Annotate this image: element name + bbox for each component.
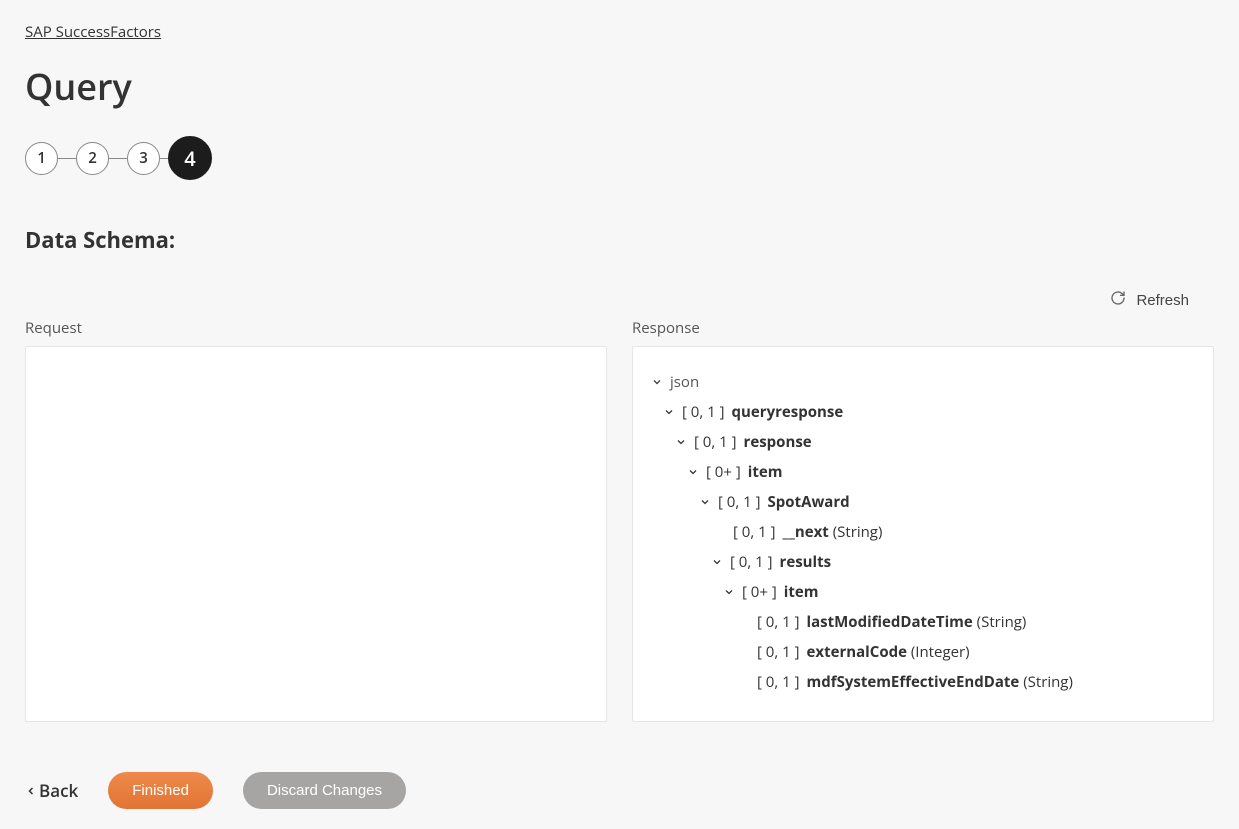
tree-node-queryresponse[interactable]: [ 0, 1 ] queryresponse	[663, 397, 1195, 427]
breadcrumb-link[interactable]: SAP SuccessFactors	[25, 22, 161, 42]
page-title: Query	[25, 62, 1214, 111]
refresh-label: Refresh	[1136, 292, 1189, 309]
cardinality: [ 0, 1 ]	[757, 612, 800, 632]
step-3[interactable]: 3	[127, 142, 160, 175]
response-label: Response	[632, 318, 1214, 338]
field-type: (Integer)	[907, 642, 970, 662]
field-name: response	[744, 432, 812, 452]
response-panel: json [ 0, 1 ] queryresponse [ 0, 1 ]	[632, 346, 1214, 722]
cardinality: [ 0, 1 ]	[730, 552, 773, 572]
chevron-down-icon[interactable]	[699, 496, 711, 508]
refresh-icon	[1110, 290, 1126, 310]
field-name: results	[780, 552, 832, 572]
tree-node-item-inner[interactable]: [ 0+ ] item	[723, 577, 1195, 607]
tree-node-mdfdate[interactable]: [ 0, 1 ] mdfSystemEffectiveEndDate (Stri…	[735, 667, 1195, 697]
step-4[interactable]: 4	[168, 136, 212, 180]
cardinality: [ 0, 1 ]	[733, 522, 776, 542]
field-type: (String)	[1019, 672, 1073, 692]
step-connector	[160, 158, 168, 159]
request-label: Request	[25, 318, 607, 338]
field-name: SpotAward	[768, 492, 850, 512]
tree-node-json[interactable]: json	[651, 367, 1195, 397]
field-name: item	[784, 582, 819, 602]
cardinality: [ 0+ ]	[742, 582, 777, 602]
chevron-down-icon[interactable]	[651, 376, 663, 388]
chevron-down-icon[interactable]	[687, 466, 699, 478]
field-name: queryresponse	[732, 402, 844, 422]
cardinality: [ 0, 1 ]	[718, 492, 761, 512]
finished-button[interactable]: Finished	[108, 772, 213, 809]
cardinality: [ 0, 1 ]	[682, 402, 725, 422]
section-heading: Data Schema:	[25, 225, 1214, 255]
tree-node-label: json	[670, 372, 699, 392]
cardinality: [ 0, 1 ]	[757, 672, 800, 692]
field-name: __next	[783, 522, 829, 542]
refresh-button[interactable]: Refresh	[1110, 290, 1189, 310]
chevron-down-icon[interactable]	[711, 556, 723, 568]
step-connector	[109, 158, 127, 159]
tree-node-lastmodified[interactable]: [ 0, 1 ] lastModifiedDateTime (String)	[735, 607, 1195, 637]
tree-node-externalcode[interactable]: [ 0, 1 ] externalCode (Integer)	[735, 637, 1195, 667]
tree-node-response[interactable]: [ 0, 1 ] response	[675, 427, 1195, 457]
tree-node-spotaward[interactable]: [ 0, 1 ] SpotAward	[699, 487, 1195, 517]
back-button[interactable]: Back	[25, 779, 78, 802]
field-name: externalCode	[807, 642, 907, 662]
footer-actions: Back Finished Discard Changes	[25, 772, 1214, 809]
field-type: (String)	[973, 612, 1027, 632]
tree-node-next[interactable]: [ 0, 1 ] __next (String)	[711, 517, 1195, 547]
chevron-down-icon[interactable]	[675, 436, 687, 448]
cardinality: [ 0, 1 ]	[757, 642, 800, 662]
field-name: mdfSystemEffectiveEndDate	[807, 672, 1020, 692]
field-type: (String)	[829, 522, 883, 542]
discard-button[interactable]: Discard Changes	[243, 772, 406, 809]
step-connector	[58, 158, 76, 159]
request-panel	[25, 346, 607, 722]
tree-node-item[interactable]: [ 0+ ] item	[687, 457, 1195, 487]
field-name: item	[748, 462, 783, 482]
step-2[interactable]: 2	[76, 142, 109, 175]
field-name: lastModifiedDateTime	[807, 612, 973, 632]
back-label: Back	[39, 779, 78, 802]
cardinality: [ 0+ ]	[706, 462, 741, 482]
chevron-left-icon	[25, 779, 37, 802]
chevron-down-icon[interactable]	[723, 586, 735, 598]
cardinality: [ 0, 1 ]	[694, 432, 737, 452]
chevron-down-icon[interactable]	[663, 406, 675, 418]
tree-node-results[interactable]: [ 0, 1 ] results	[711, 547, 1195, 577]
stepper: 1 2 3 4	[25, 136, 1214, 180]
step-1[interactable]: 1	[25, 142, 58, 175]
